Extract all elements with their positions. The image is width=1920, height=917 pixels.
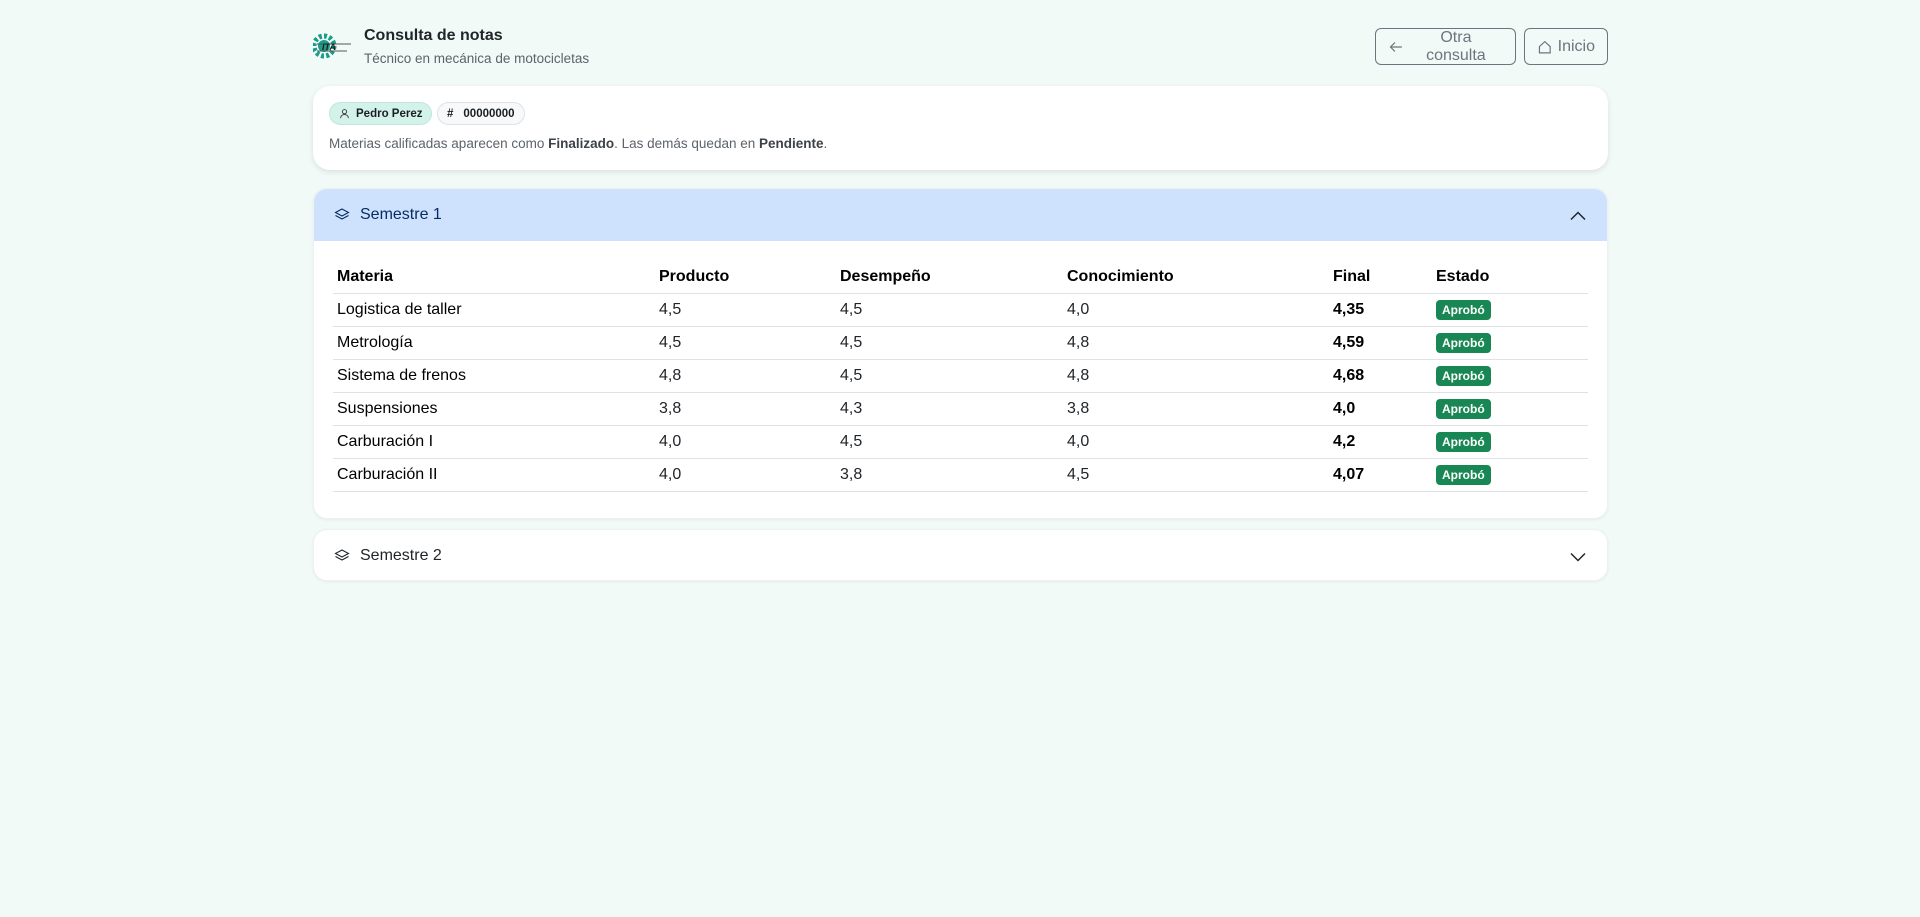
semester-1-label: Semestre 1	[360, 206, 442, 223]
table-row: Sistema de frenos 4,8 4,5 4,8 4,68 Aprob…	[333, 359, 1588, 393]
materia-cell: Sistema de frenos	[333, 359, 655, 393]
svg-text:ITA: ITA	[322, 42, 336, 52]
status-badge: Aprobó	[1436, 465, 1491, 485]
student-id-badge: # 00000000	[437, 102, 525, 125]
materia-cell: Logistica de taller	[333, 293, 655, 327]
producto-cell: 4,5	[655, 326, 836, 360]
note-prefix: Materias calificadas aparecen como	[329, 136, 549, 151]
status-note: Materias calificadas aparecen como Final…	[329, 136, 827, 151]
inicio-label: Inicio	[1557, 37, 1595, 55]
note-pendiente: Pendiente	[758, 136, 824, 151]
grades-table: Materia Producto Desempeño Conocimiento …	[333, 261, 1588, 492]
column-header: Desempeño	[836, 261, 1063, 294]
note-finalizado: Finalizado	[548, 136, 615, 151]
desempeno-cell: 4,5	[836, 293, 1063, 327]
column-header: Estado	[1432, 261, 1588, 294]
materia-cell: Carburación II	[333, 458, 655, 492]
column-header: Final	[1329, 261, 1432, 294]
semester-2-header[interactable]: Semestre 2	[314, 530, 1607, 580]
institution-logo: ITA	[313, 33, 351, 59]
final-cell: 4,0	[1329, 392, 1432, 426]
desempeno-cell: 4,5	[836, 326, 1063, 360]
house-icon	[1538, 40, 1551, 53]
chevron-down-icon[interactable]	[1569, 548, 1587, 566]
estado-cell: Aprobó	[1432, 359, 1588, 393]
producto-cell: 4,8	[655, 359, 836, 393]
conocimiento-cell: 4,8	[1063, 326, 1329, 360]
layers-icon	[334, 208, 350, 220]
person-icon	[340, 109, 349, 119]
estado-cell: Aprobó	[1432, 425, 1588, 459]
layers-icon	[334, 549, 350, 561]
final-cell: 4,59	[1329, 326, 1432, 360]
status-badge: Aprobó	[1436, 366, 1491, 386]
student-name-badge: Pedro Perez	[329, 102, 433, 125]
status-badge: Aprobó	[1436, 432, 1491, 452]
final-cell: 4,68	[1329, 359, 1432, 393]
note-suffix: .	[823, 136, 828, 151]
desempeno-cell: 4,5	[836, 425, 1063, 459]
producto-cell: 4,0	[655, 425, 836, 459]
semester-1-header[interactable]: Semestre 1	[314, 189, 1607, 241]
table-row: Carburación I 4,0 4,5 4,0 4,2 Aprobó	[333, 425, 1588, 459]
conocimiento-cell: 4,5	[1063, 458, 1329, 492]
table-row: Suspensiones 3,8 4,3 3,8 4,0 Aprobó	[333, 392, 1588, 426]
desempeno-cell: 4,3	[836, 392, 1063, 426]
conocimiento-cell: 4,8	[1063, 359, 1329, 393]
student-name: Pedro Perez	[356, 107, 423, 120]
note-middle: . Las demás quedan en	[614, 136, 759, 151]
estado-cell: Aprobó	[1432, 458, 1588, 492]
conocimiento-cell: 4,0	[1063, 293, 1329, 327]
table-row: Logistica de taller 4,5 4,5 4,0 4,35 Apr…	[333, 293, 1588, 327]
hash-symbol: #	[447, 107, 454, 120]
desempeno-cell: 3,8	[836, 458, 1063, 492]
student-card: Pedro Perez # 00000000 Materias califica…	[313, 86, 1608, 170]
table-header-row: Materia Producto Desempeño Conocimiento …	[333, 261, 1588, 294]
status-badge: Aprobó	[1436, 399, 1491, 419]
page-title: Consulta de notas	[364, 27, 503, 44]
arrow-left-icon	[1389, 41, 1402, 52]
otra-consulta-label: Otra consulta	[1426, 28, 1486, 64]
program-subtitle: Técnico en mecánica de motocicletas	[364, 51, 590, 66]
status-badge: Aprobó	[1436, 333, 1491, 353]
final-cell: 4,2	[1329, 425, 1432, 459]
page-container: ITA Consulta de notas Técnico en mecánic…	[313, 0, 1608, 581]
otra-consulta-button[interactable]: Otra consulta	[1375, 28, 1516, 65]
estado-cell: Aprobó	[1432, 326, 1588, 360]
semester-1-accordion: Semestre 1 Materia Producto Desempeño Co…	[313, 188, 1608, 519]
semester-2-label: Semestre 2	[360, 547, 442, 564]
chevron-up-icon[interactable]	[1569, 207, 1587, 225]
producto-cell: 4,0	[655, 458, 836, 492]
producto-cell: 3,8	[655, 392, 836, 426]
page-header: ITA Consulta de notas Técnico en mecánic…	[313, 0, 1608, 86]
student-id: 00000000	[463, 107, 515, 120]
materia-cell: Metrología	[333, 326, 655, 360]
estado-cell: Aprobó	[1432, 392, 1588, 426]
table-row: Metrología 4,5 4,5 4,8 4,59 Aprobó	[333, 326, 1588, 360]
estado-cell: Aprobó	[1432, 293, 1588, 327]
column-header: Conocimiento	[1063, 261, 1329, 294]
final-cell: 4,35	[1329, 293, 1432, 327]
final-cell: 4,07	[1329, 458, 1432, 492]
conocimiento-cell: 4,0	[1063, 425, 1329, 459]
column-header: Producto	[655, 261, 836, 294]
inicio-button[interactable]: Inicio	[1524, 28, 1608, 65]
producto-cell: 4,5	[655, 293, 836, 327]
semester-2-accordion: Semestre 2	[313, 529, 1608, 581]
status-badge: Aprobó	[1436, 300, 1491, 320]
materia-cell: Suspensiones	[333, 392, 655, 426]
materia-cell: Carburación I	[333, 425, 655, 459]
table-row: Carburación II 4,0 3,8 4,5 4,07 Aprobó	[333, 458, 1588, 492]
column-header: Materia	[333, 261, 655, 294]
conocimiento-cell: 3,8	[1063, 392, 1329, 426]
desempeno-cell: 4,5	[836, 359, 1063, 393]
